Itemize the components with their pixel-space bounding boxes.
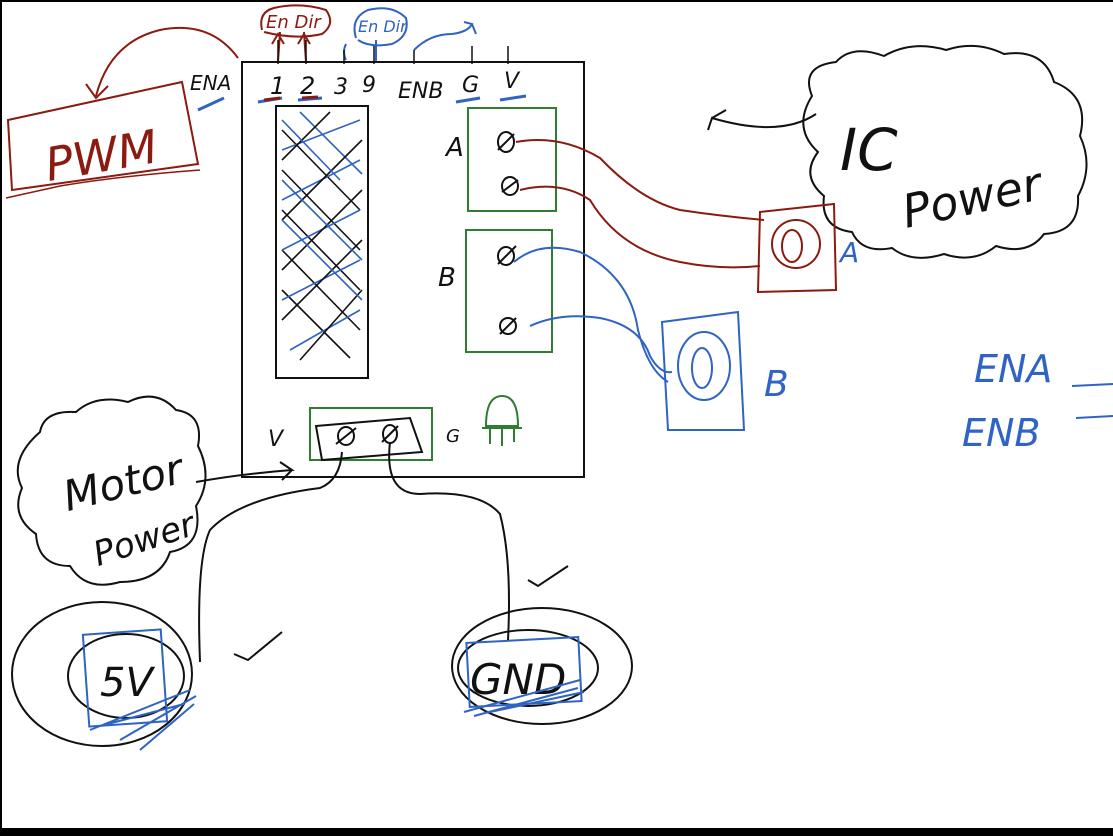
terminal-a-label: A [444, 133, 464, 163]
gnd-pin-label: G [462, 73, 479, 98]
ic-power-label-line1: IC [840, 116, 898, 184]
pin-3-label: 3 [334, 75, 348, 100]
ena-pin-label: ENA [190, 71, 231, 95]
motor-b-label: B [764, 364, 789, 405]
pin-2-label: 2 [300, 72, 315, 100]
enb-pin-label: ENB [398, 79, 443, 104]
whiteboard-canvas: En Dir En Dir PWM ENA 1 2 3 9 ENB G V A … [0, 0, 1113, 832]
power-g-label: G [446, 426, 460, 447]
power-v-label: V [268, 427, 285, 452]
pin-4-label: 9 [362, 73, 376, 98]
pin-1-label: 1 [270, 72, 285, 100]
vcc-pin-label: V [504, 69, 521, 94]
terminal-b-label: B [438, 263, 456, 293]
l298n-wiring-sketch: En Dir En Dir PWM ENA 1 2 3 9 ENB G V A … [2, 2, 1113, 828]
motor-a-label: A [838, 236, 859, 269]
blue-top-note: En Dir [358, 17, 408, 36]
red-top-note: En Dir [266, 12, 322, 33]
supply-5v-label: 5V [100, 660, 155, 706]
legend-ena: ENA [974, 347, 1052, 391]
legend-enb: ENB [962, 411, 1041, 455]
